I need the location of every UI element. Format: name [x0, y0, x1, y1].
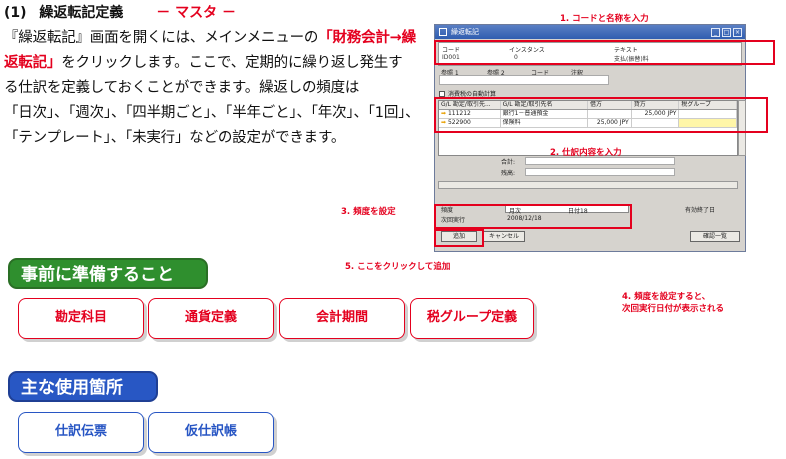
para-text: 「日次」、「週次」、「四半期ごと」、「半年ごと」、「年次」、「1回」、	[4, 105, 420, 121]
next-run-value: 2008/12/18	[507, 215, 542, 222]
row2-tax[interactable]	[679, 119, 737, 127]
para-text: る仕訳を定義しておくことができます。繰返しの頻度は	[4, 80, 360, 96]
day-value: 日付18	[568, 208, 588, 215]
instance-field[interactable]: 0	[514, 54, 518, 61]
frequency-value: 月次	[509, 208, 522, 215]
next-run-label: 次回実行	[441, 217, 466, 224]
text-field[interactable]: 支払(振替)料	[614, 54, 649, 63]
annotation-2: 2. 仕訳内容を入力	[550, 148, 622, 158]
horizontal-scrollbar[interactable]	[438, 181, 738, 189]
auto-tax-checkbox[interactable]: 消費税の自動計算	[439, 89, 496, 98]
prep-item-tax-group[interactable]: 税グループ定義	[410, 298, 534, 339]
grid-vertical-scrollbar[interactable]	[738, 100, 746, 156]
instance-label: インスタンス	[509, 47, 545, 54]
table-row[interactable]: ➡ 522900 保険料 25,000 JPY	[439, 119, 737, 128]
row1-tax[interactable]	[679, 110, 737, 118]
balance-field	[525, 168, 675, 176]
prep-section-title: 事前に準備すること	[8, 258, 208, 289]
total-label: 合計:	[501, 159, 516, 166]
reference-input[interactable]	[439, 75, 609, 85]
heading-title: 繰返転記定義	[39, 5, 124, 21]
col-tax-group[interactable]: 税グループ	[679, 101, 738, 109]
heading-number: (1)	[4, 5, 27, 21]
col-debit[interactable]: 借方	[588, 101, 632, 109]
auto-tax-label: 消費税の自動計算	[448, 91, 497, 98]
text-label: テキスト	[614, 47, 638, 54]
row2-code[interactable]: ➡ 522900	[439, 119, 501, 127]
code-field[interactable]: ID001	[442, 54, 460, 61]
para-text: をクリックします。ここで、定期的に繰り返し発生す	[61, 55, 403, 71]
row1-name[interactable]: 銀行1－普通預金	[501, 110, 588, 118]
recurring-posting-window: 繰返転記 _ □ × コード インスタンス テキスト ID001 0 支払(振替…	[434, 24, 746, 252]
total-field	[525, 157, 675, 165]
annotation-4-line1: 4. 頻度を設定すると、	[622, 292, 711, 302]
row2-name[interactable]: 保険料	[501, 119, 588, 127]
para-text: 『繰返転記』画面を開くには、メインメニューの	[4, 30, 319, 46]
col-credit[interactable]: 貸方	[632, 101, 680, 109]
totals-area: 合計: 残高:	[495, 157, 685, 177]
annotation-1: 1. コードと名称を入力	[560, 14, 649, 24]
usage-item-journal-voucher[interactable]: 仕訳伝票	[18, 412, 144, 453]
row2-credit[interactable]	[632, 119, 680, 127]
frequency-label: 頻度	[441, 207, 454, 214]
window-titlebar: 繰返転記 _ □ ×	[435, 25, 745, 39]
add-button[interactable]: 追加	[441, 231, 477, 242]
usage-section-title: 主な使用箇所	[8, 371, 158, 402]
valid-until-label[interactable]: 有効終了日	[685, 205, 715, 214]
description-paragraph: 『繰返転記』画面を開くには、メインメニューの「財務会計→繰 返転記」をクリックし…	[4, 26, 424, 151]
minimize-icon[interactable]: _	[711, 27, 720, 37]
row1-code-text: 111212	[447, 110, 471, 117]
code-label: コード	[442, 47, 461, 54]
menu-path-link-cont: 返転記」	[4, 55, 62, 71]
maximize-icon[interactable]: □	[722, 27, 731, 37]
menu-path-link: 「財務会計→繰	[318, 30, 416, 46]
para-text: 「テンプレート」、「未実行」などの設定ができます。	[4, 130, 346, 146]
balance-label: 残高:	[501, 170, 516, 177]
heading-subtitle: － マスタ －	[156, 5, 237, 21]
table-row[interactable]: ➡ 111212 銀行1－普通預金 25,000 JPY	[439, 110, 737, 119]
cancel-button[interactable]: キャンセル	[483, 231, 525, 242]
frequency-select[interactable]: 月次 日付18	[505, 205, 629, 215]
list-button[interactable]: 確認一覧	[690, 231, 740, 242]
frequency-area: 頻度 月次 日付18 次回実行 2008/12/18 有効終了日	[439, 205, 739, 229]
close-icon[interactable]: ×	[733, 27, 742, 37]
col-account-code[interactable]: G/L 勘定/取引先...	[439, 101, 501, 109]
annotation-5: 5. ここをクリックして追加	[345, 262, 451, 272]
window-title: 繰返転記	[451, 28, 479, 36]
link-arrow-icon[interactable]: ➡	[441, 110, 446, 117]
annotation-4: 4. 頻度を設定すると、 次回実行日付が表示される	[622, 290, 724, 314]
checkbox-icon[interactable]	[439, 90, 445, 97]
row2-debit[interactable]: 25,000 JPY	[588, 119, 632, 127]
row1-code[interactable]: ➡ 111212	[439, 110, 501, 118]
annotation-4-line2: 次回実行日付が表示される	[622, 304, 725, 314]
grid-header: G/L 勘定/取引先... G/L 勘定/取引先名 借方 貸方 税グループ	[439, 101, 738, 110]
row2-code-text: 522900	[447, 119, 471, 126]
row1-debit[interactable]	[588, 110, 632, 118]
prep-item-account[interactable]: 勘定科目	[18, 298, 144, 339]
usage-item-draft-journal[interactable]: 仮仕訳帳	[148, 412, 274, 453]
window-icon	[439, 28, 447, 36]
annotation-3: 3. 頻度を設定	[341, 207, 396, 217]
link-arrow-icon[interactable]: ➡	[441, 119, 446, 126]
section-heading: (1) 繰返転記定義 － マスタ －	[4, 2, 236, 22]
prep-item-currency[interactable]: 通貨定義	[148, 298, 274, 339]
header-fields: コード インスタンス テキスト ID001 0 支払(振替)料	[438, 42, 742, 66]
col-account-name[interactable]: G/L 勘定/取引先名	[501, 101, 588, 109]
row1-credit[interactable]: 25,000 JPY	[632, 110, 680, 118]
prep-item-period[interactable]: 会計期間	[279, 298, 405, 339]
